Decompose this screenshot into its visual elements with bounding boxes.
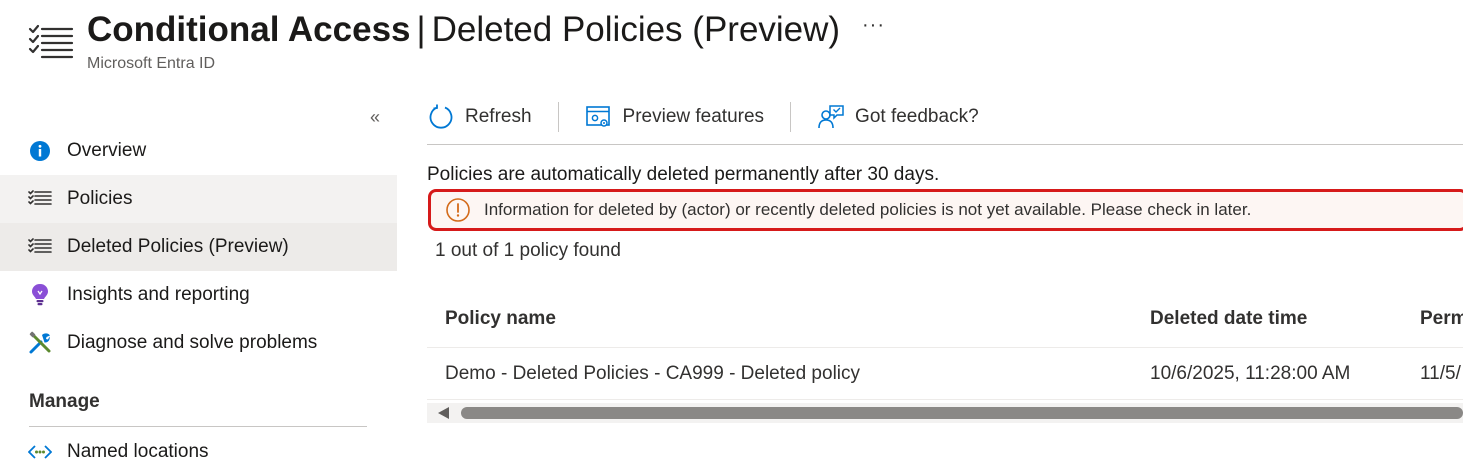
command-bar: Refresh Preview features Got feedback? <box>427 96 979 138</box>
results-count: 1 out of 1 policy found <box>435 240 621 261</box>
horizontal-scrollbar[interactable] <box>427 403 1463 423</box>
page-subtitle: Microsoft Entra ID <box>87 55 216 72</box>
sidebar-item-label: Overview <box>67 140 147 161</box>
more-options-button[interactable]: ··· <box>862 14 885 37</box>
feedback-label: Got feedback? <box>855 106 979 127</box>
feedback-button[interactable]: Got feedback? <box>817 96 979 138</box>
conditional-access-list-icon <box>28 24 74 60</box>
title-separator: | <box>416 10 426 49</box>
sidebar-item-label: Diagnose and solve problems <box>67 332 318 353</box>
sidebar-item-label: Policies <box>67 188 133 209</box>
section-divider <box>29 426 367 427</box>
column-header-policy-name[interactable]: Policy name <box>445 290 556 348</box>
sidebar-item-named-locations[interactable]: Named locations <box>0 428 397 460</box>
collapse-sidebar-button[interactable]: « <box>370 107 380 128</box>
sidebar-section-manage: Manage <box>29 391 100 412</box>
sidebar-item-label: Named locations <box>67 441 209 460</box>
toolbar-divider <box>557 102 559 132</box>
toolbar-divider-line <box>427 144 1463 145</box>
sidebar-nav: Overview Policies Deleted Policies (Prev… <box>0 127 397 367</box>
preview-features-icon <box>585 103 613 131</box>
list-icon <box>28 187 52 211</box>
info-icon <box>28 139 52 163</box>
refresh-icon <box>427 103 455 131</box>
info-banner: Information for deleted by (actor) or re… <box>428 189 1463 231</box>
sidebar-manage-nav: Named locations <box>0 428 397 460</box>
scroll-left-arrow-icon[interactable] <box>438 407 449 419</box>
scrollbar-thumb[interactable] <box>461 407 1463 419</box>
permanent-deletion-date-cell: 11/5/ <box>1420 363 1461 384</box>
refresh-button[interactable]: Refresh <box>427 96 532 138</box>
preview-features-label: Preview features <box>622 106 765 127</box>
warning-info-icon <box>445 197 471 223</box>
preview-features-button[interactable]: Preview features <box>585 96 765 138</box>
sidebar-item-label: Insights and reporting <box>67 284 250 305</box>
info-banner-text: Information for deleted by (actor) or re… <box>484 200 1252 219</box>
sidebar-item-label: Deleted Policies (Preview) <box>67 236 289 257</box>
policy-name-cell[interactable]: Demo - Deleted Policies - CA999 - Delete… <box>445 348 860 400</box>
table-header-row: Policy name Deleted date time Perm <box>427 290 1463 348</box>
sidebar-item-insights[interactable]: Insights and reporting <box>0 271 397 319</box>
sidebar-item-diagnose[interactable]: Diagnose and solve problems <box>0 319 397 367</box>
list-icon <box>28 235 52 259</box>
named-locations-icon <box>28 440 52 460</box>
feedback-icon <box>817 103 845 131</box>
column-header-deleted-date-time[interactable]: Deleted date time <box>1150 290 1307 348</box>
table-row[interactable]: Demo - Deleted Policies - CA999 - Delete… <box>427 348 1463 400</box>
sidebar-item-policies[interactable]: Policies <box>0 175 397 223</box>
wrench-icon <box>28 331 52 355</box>
page-title: Conditional Access | Deleted Policies (Pre… <box>87 8 840 52</box>
deleted-policies-table: Policy name Deleted date time Perm Demo … <box>427 290 1463 400</box>
sidebar-item-deleted-policies[interactable]: Deleted Policies (Preview) <box>0 223 397 271</box>
lightbulb-icon <box>28 283 52 307</box>
toolbar-divider <box>790 102 792 132</box>
page-title-primary: Conditional Access <box>87 10 411 49</box>
column-header-permanent-deletion[interactable]: Perm <box>1420 290 1463 348</box>
deleted-date-cell: 10/6/2025, 11:28:00 AM <box>1150 363 1351 384</box>
sidebar-item-overview[interactable]: Overview <box>0 127 397 175</box>
refresh-label: Refresh <box>465 106 532 127</box>
page-title-secondary: Deleted Policies (Preview) <box>431 10 841 49</box>
retention-notice: Policies are automatically deleted perma… <box>427 164 940 185</box>
